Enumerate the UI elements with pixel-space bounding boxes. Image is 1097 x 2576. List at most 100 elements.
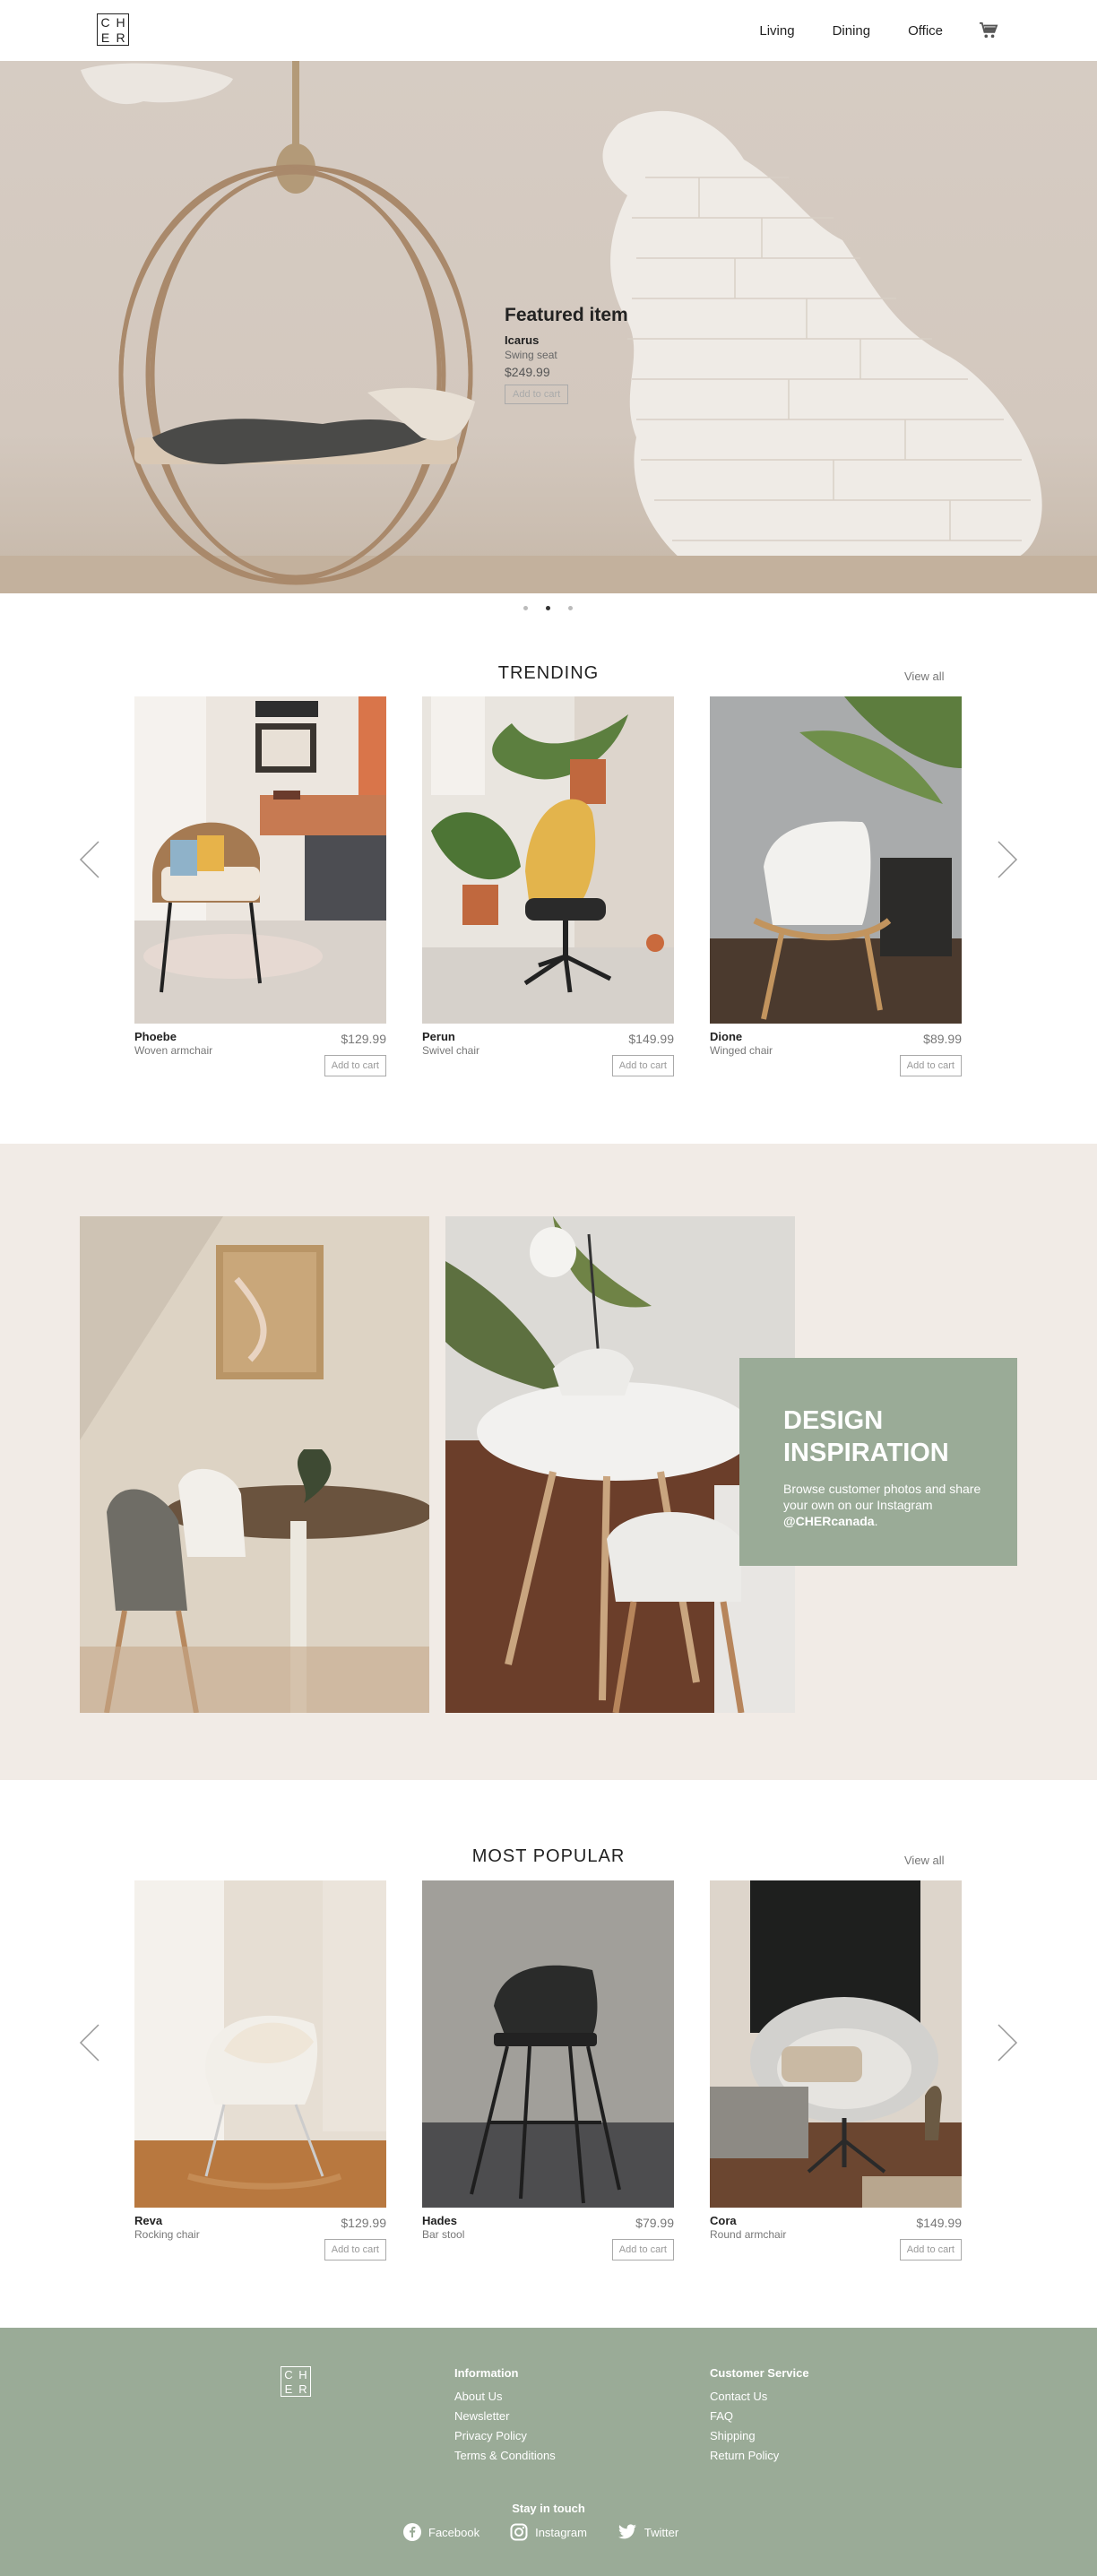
product-price: $79.99 [635, 2216, 674, 2230]
logo-letter: H [298, 2367, 307, 2382]
design-inspiration-card: DESIGN INSPIRATION Browse customer photo… [739, 1358, 1017, 1566]
footer-link-terms[interactable]: Terms & Conditions [454, 2446, 556, 2466]
footer-link-privacy[interactable]: Privacy Policy [454, 2426, 556, 2446]
featured-add-to-cart-button[interactable]: Add to cart [505, 385, 569, 404]
nav-link-dining[interactable]: Dining [833, 23, 871, 39]
hero-carousel-dots [523, 606, 573, 610]
product-card[interactable]: Perun Swivel chair $149.99 Add to cart [422, 696, 674, 1076]
product-price: $89.99 [923, 1032, 962, 1046]
footer-logo[interactable]: C H E R [281, 2366, 311, 2397]
inspiration-text: Browse customer photos and share your ow… [783, 1481, 981, 1530]
product-subtitle: Round armchair [710, 2228, 787, 2241]
inspiration-body: Browse customer photos and share your ow… [783, 1481, 981, 1512]
footer-link-shipping[interactable]: Shipping [710, 2426, 809, 2446]
popular-prev-arrow-icon[interactable] [77, 2023, 102, 2062]
trending-view-all-link[interactable]: View all [904, 670, 945, 683]
social-facebook-link[interactable]: Facebook [403, 2523, 479, 2541]
product-name[interactable]: Hades [422, 2214, 457, 2227]
social-links: Facebook Instagram Twitter [403, 2523, 678, 2541]
featured-product-subtitle: Swing seat [505, 349, 557, 361]
product-name[interactable]: Phoebe [134, 1030, 177, 1043]
design-inspiration-section: DESIGN INSPIRATION Browse customer photo… [0, 1144, 1097, 1780]
featured-title: Featured item [505, 305, 628, 325]
twitter-icon [618, 2524, 636, 2539]
logo-letter: R [116, 30, 125, 45]
product-card[interactable]: Phoebe Woven armchair $129.99 Add to car… [134, 696, 386, 1076]
social-twitter-link[interactable]: Twitter [618, 2524, 678, 2540]
add-to-cart-button[interactable]: Add to cart [899, 1055, 962, 1076]
social-label: Twitter [644, 2525, 679, 2539]
product-card[interactable]: Dione Winged chair $89.99 Add to cart [710, 696, 962, 1076]
product-image[interactable] [710, 696, 962, 1024]
logo-letter: E [100, 30, 110, 45]
trending-prev-arrow-icon[interactable] [77, 840, 102, 879]
featured-product-name[interactable]: Icarus [505, 333, 684, 347]
logo-letter: H [116, 14, 125, 30]
popular-next-arrow-icon[interactable] [995, 2023, 1020, 2062]
footer-link-newsletter[interactable]: Newsletter [454, 2407, 556, 2426]
product-price: $129.99 [341, 1032, 386, 1046]
product-subtitle: Bar stool [422, 2228, 465, 2241]
carousel-dot[interactable] [568, 606, 573, 610]
carousel-dot-active[interactable] [546, 606, 550, 610]
footer-link-about[interactable]: About Us [454, 2387, 556, 2407]
popular-view-all-link[interactable]: View all [904, 1854, 945, 1867]
add-to-cart-button[interactable]: Add to cart [611, 1055, 674, 1076]
hero-banner: Featured item Icarus Swing seat $249.99 … [0, 61, 1097, 593]
product-image[interactable] [422, 1880, 674, 2208]
product-name[interactable]: Reva [134, 2214, 162, 2227]
product-image[interactable] [134, 696, 386, 1024]
logo-letter: C [100, 14, 110, 30]
add-to-cart-button[interactable]: Add to cart [611, 2239, 674, 2260]
product-image[interactable] [134, 1880, 386, 2208]
footer-link-returns[interactable]: Return Policy [710, 2446, 809, 2466]
product-price: $129.99 [341, 2216, 386, 2230]
social-label: Facebook [428, 2525, 480, 2539]
inspiration-heading-line: INSPIRATION [783, 1439, 949, 1468]
product-card[interactable]: Reva Rocking chair $129.99 Add to cart [134, 1880, 386, 2260]
inspiration-photo[interactable] [80, 1216, 429, 1713]
product-subtitle: Rocking chair [134, 2228, 200, 2241]
product-image[interactable] [710, 1880, 962, 2208]
brand-logo[interactable]: C H E R [97, 13, 129, 46]
product-subtitle: Woven armchair [134, 1044, 213, 1057]
site-footer: C H E R Information About Us Newsletter … [0, 2328, 1097, 2576]
trending-next-arrow-icon[interactable] [995, 840, 1020, 879]
product-price: $149.99 [916, 2216, 962, 2230]
nav-link-living[interactable]: Living [759, 23, 794, 39]
cart-icon[interactable] [979, 22, 998, 39]
product-card[interactable]: Hades Bar stool $79.99 Add to cart [422, 1880, 674, 2260]
inspiration-heading: DESIGN INSPIRATION [783, 1405, 981, 1470]
site-header: C H E R Living Dining Office [0, 0, 1097, 61]
product-subtitle: Winged chair [710, 1044, 773, 1057]
add-to-cart-button[interactable]: Add to cart [899, 2239, 962, 2260]
footer-information-column: Information About Us Newsletter Privacy … [454, 2366, 556, 2466]
add-to-cart-button[interactable]: Add to cart [324, 2239, 386, 2260]
facebook-icon [403, 2523, 421, 2541]
featured-product-price: $249.99 [505, 365, 550, 379]
nav-link-office[interactable]: Office [908, 23, 943, 39]
social-instagram-link[interactable]: Instagram [510, 2523, 587, 2541]
footer-link-faq[interactable]: FAQ [710, 2407, 809, 2426]
logo-letter: E [284, 2382, 293, 2396]
featured-item-panel: Featured item Icarus Swing seat $249.99 … [505, 305, 684, 404]
product-name[interactable]: Cora [710, 2214, 737, 2227]
main-nav: Living Dining Office [721, 0, 998, 61]
footer-column-heading: Information [454, 2366, 519, 2380]
footer-link-contact[interactable]: Contact Us [710, 2387, 809, 2407]
inspiration-heading-line: DESIGN [783, 1406, 884, 1435]
instagram-handle-link[interactable]: @CHERcanada [783, 1514, 875, 1528]
footer-column-heading: Customer Service [710, 2366, 809, 2380]
logo-letter: R [298, 2382, 307, 2396]
product-price: $149.99 [628, 1032, 674, 1046]
add-to-cart-button[interactable]: Add to cart [324, 1055, 386, 1076]
carousel-dot[interactable] [523, 606, 528, 610]
product-name[interactable]: Dione [710, 1030, 742, 1043]
instagram-icon [510, 2523, 528, 2541]
product-name[interactable]: Perun [422, 1030, 455, 1043]
footer-customer-service-column: Customer Service Contact Us FAQ Shipping… [710, 2366, 809, 2466]
product-subtitle: Swivel chair [422, 1044, 480, 1057]
product-card[interactable]: Cora Round armchair $149.99 Add to cart [710, 1880, 962, 2260]
stay-in-touch-heading: Stay in touch [512, 2502, 585, 2515]
product-image[interactable] [422, 696, 674, 1024]
